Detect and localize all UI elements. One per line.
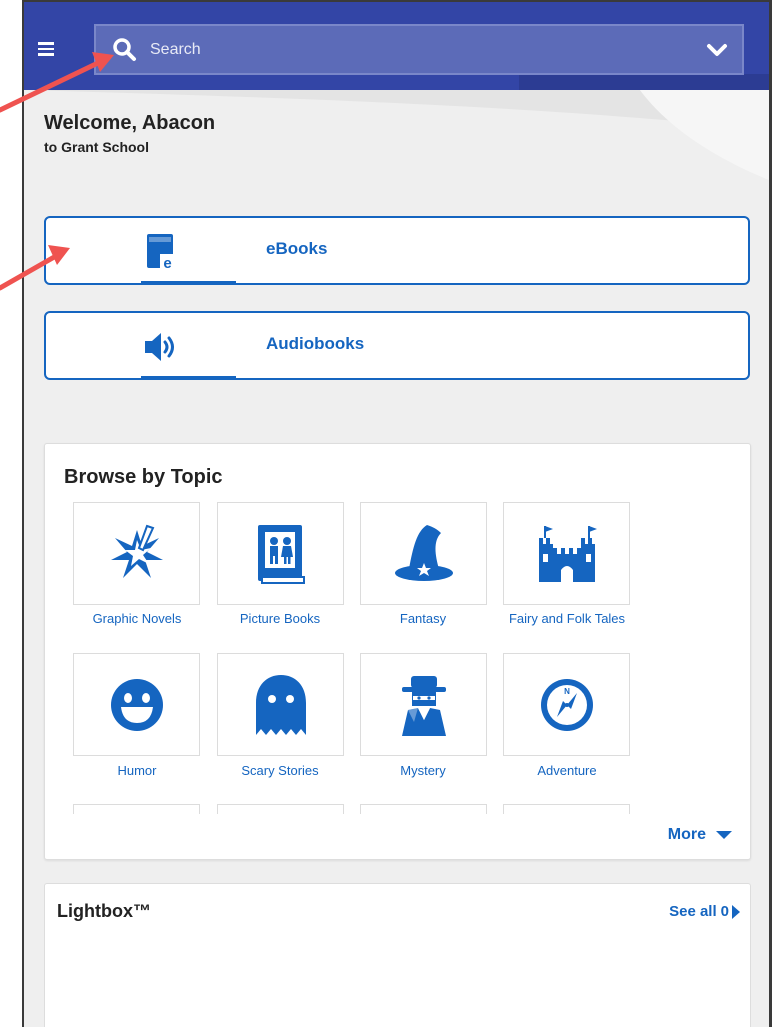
audiobooks-button[interactable]: Audiobooks: [44, 311, 750, 380]
topic-label-humor[interactable]: Humor: [57, 763, 217, 778]
picture-books-icon: [257, 524, 305, 584]
top-bar: [24, 2, 769, 90]
topic-label-adventure[interactable]: Adventure: [487, 763, 647, 778]
topic-label-fantasy[interactable]: Fantasy: [343, 611, 503, 626]
compass-icon: N: [540, 678, 593, 731]
more-button[interactable]: More: [668, 826, 732, 844]
browse-title: Browse by Topic: [64, 466, 223, 488]
topic-label-picture-books[interactable]: Picture Books: [200, 611, 360, 626]
speaker-icon: [141, 327, 181, 367]
browse-by-topic-panel: Browse by Topic Graphic Novels Picture B…: [44, 443, 751, 860]
topic-tile-scary-stories[interactable]: [217, 653, 344, 756]
ghost-icon: [255, 674, 306, 735]
screenshot-stage: Welcome, Abacon to Grant School e eBooks: [0, 0, 775, 1027]
audiobooks-label: Audiobooks: [266, 334, 365, 353]
search-icon[interactable]: [112, 37, 138, 63]
topic-label-scary-stories[interactable]: Scary Stories: [200, 763, 360, 778]
app-window: Welcome, Abacon to Grant School e eBooks: [22, 0, 772, 1027]
ebooks-label: eBooks: [266, 239, 328, 258]
see-all-count: 0: [720, 903, 729, 920]
topic-tile-humor[interactable]: [73, 653, 200, 756]
topic-tile-partial[interactable]: [73, 804, 200, 814]
lightbox-panel: Lightbox™ See all 0: [44, 883, 751, 1027]
topic-tile-fantasy[interactable]: [360, 502, 487, 605]
ebooks-button[interactable]: e eBooks: [44, 216, 750, 285]
topic-tile-partial[interactable]: [503, 804, 630, 814]
see-all-link[interactable]: See all 0: [669, 903, 740, 920]
chevron-down-icon[interactable]: [706, 39, 728, 61]
see-all-label: See all: [669, 903, 717, 920]
topic-label-mystery[interactable]: Mystery: [343, 763, 503, 778]
topic-tile-picture-books[interactable]: [217, 502, 344, 605]
topic-tile-graphic-novels[interactable]: [73, 502, 200, 605]
topic-tile-mystery[interactable]: [360, 653, 487, 756]
wizard-hat-icon: [394, 524, 453, 581]
svg-text:e: e: [163, 255, 171, 272]
caret-down-icon: [716, 831, 732, 839]
castle-icon: [538, 525, 597, 582]
detective-icon: [401, 675, 446, 736]
welcome-section: Welcome, Abacon to Grant School: [44, 112, 215, 155]
search-bar[interactable]: [94, 24, 744, 75]
search-input[interactable]: [150, 40, 650, 59]
welcome-title: Welcome, Abacon: [44, 112, 216, 134]
ebook-icon: e: [141, 232, 181, 272]
lightbox-title: Lightbox™: [57, 901, 151, 921]
topic-tile-partial[interactable]: [360, 804, 487, 814]
caret-right-icon: [732, 904, 740, 919]
topic-tile-fairy-and-folk-tales[interactable]: [503, 502, 630, 605]
graphic-novels-icon: [110, 524, 163, 578]
topic-label-graphic-novels[interactable]: Graphic Novels: [57, 611, 217, 626]
topic-tile-partial[interactable]: [217, 804, 344, 814]
school-name: to Grant School: [44, 139, 149, 155]
topic-label-fairy-and-folk-tales[interactable]: Fairy and Folk Tales: [487, 611, 647, 626]
more-label: More: [667, 826, 706, 843]
topic-tile-adventure[interactable]: N: [503, 653, 630, 756]
svg-text:N: N: [564, 687, 570, 696]
hamburger-menu-icon[interactable]: [38, 42, 54, 56]
smiley-icon: [110, 678, 163, 731]
